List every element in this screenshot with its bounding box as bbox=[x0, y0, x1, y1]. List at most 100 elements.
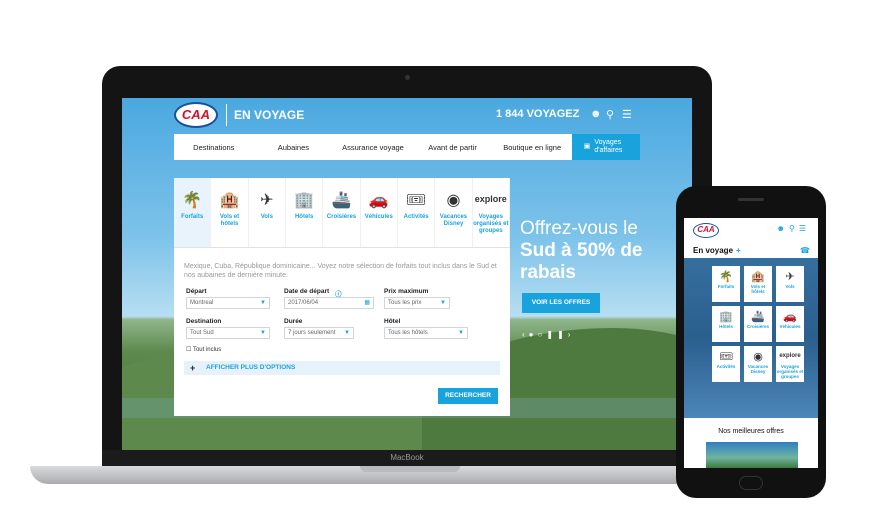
section-label: En voyage bbox=[693, 246, 734, 255]
tab-label: Activités bbox=[403, 214, 429, 220]
tab-activites[interactable]: 🎟 Activités bbox=[398, 178, 436, 247]
tout-inclus-checkbox[interactable]: ☐ Tout inclus bbox=[186, 346, 221, 353]
hotel-plane-icon: 🏨 bbox=[751, 271, 765, 283]
search-icon[interactable]: ⚲ bbox=[606, 108, 614, 121]
disney-icon: ◉ bbox=[753, 351, 763, 363]
date-label: Date de départ bbox=[284, 288, 330, 295]
duree-select[interactable]: 7 jours seulement ▼ bbox=[284, 327, 354, 339]
offer-image[interactable] bbox=[706, 442, 798, 468]
main-nav: Destinations Aubaines Assurance voyage A… bbox=[174, 134, 572, 160]
carousel-controls[interactable]: ‹●○❚❚› bbox=[522, 330, 574, 339]
search-button[interactable]: RECHERCHER bbox=[438, 388, 498, 404]
phone-section-title[interactable]: En voyage + bbox=[693, 246, 741, 255]
tab-label: Croisières bbox=[326, 214, 357, 220]
tab-label: Voyages organisés et groupes bbox=[473, 214, 509, 234]
chevron-right-icon[interactable]: › bbox=[568, 330, 575, 339]
laptop: CAA EN VOYAGE 1 844 VOYAGEZ ☻ ⚲ ☰ Destin… bbox=[102, 66, 712, 466]
header-divider bbox=[226, 104, 227, 126]
hero-line-3: rabais bbox=[520, 262, 576, 283]
phone-call-icon[interactable]: ☎ bbox=[800, 246, 810, 255]
tile-croisieres[interactable]: 🚢 Croisières bbox=[744, 306, 772, 342]
tab-vols-hotels[interactable]: 🏨 Vols et hôtels bbox=[211, 178, 249, 247]
plus-icon: + bbox=[736, 246, 741, 255]
more-options-label: AFFICHER PLUS D'OPTIONS bbox=[206, 364, 296, 371]
price-select[interactable]: Tous les prix ▼ bbox=[384, 297, 450, 309]
tickets-icon: 🎟 bbox=[719, 351, 733, 363]
caa-logo[interactable]: CAA bbox=[693, 223, 719, 238]
disney-icon: ◉ bbox=[446, 192, 461, 209]
hero-text: Offrez-vous le Sud à 50% de rabais bbox=[520, 218, 643, 284]
tab-explore[interactable]: explore Voyages organisés et groupes bbox=[473, 178, 510, 247]
search-icon[interactable]: ⚲ bbox=[789, 224, 799, 233]
camera bbox=[405, 75, 410, 80]
tab-label: Forfaits bbox=[181, 214, 204, 220]
see-offers-button[interactable]: VOIR LES OFFRES bbox=[522, 293, 600, 313]
date-input[interactable]: 2017/06/04 ▦ bbox=[284, 297, 374, 309]
hotel-select[interactable]: Tous les hôtels ▼ bbox=[384, 327, 468, 339]
tile-vols-hotels[interactable]: 🏨 Vols et hôtels bbox=[744, 266, 772, 302]
caa-logo[interactable]: CAA bbox=[174, 102, 218, 128]
nav-boutique[interactable]: Boutique en ligne bbox=[492, 143, 572, 152]
depart-label: Départ bbox=[186, 288, 207, 295]
phone-screen: CAA ☻⚲☰ En voyage + ☎ 🌴 Forfaits 🏨 Vols et … bbox=[684, 218, 818, 468]
carousel-dot-active[interactable]: ● bbox=[529, 330, 538, 339]
palm-tree-icon: 🌴 bbox=[182, 192, 203, 209]
destination-select[interactable]: Tout Sud ▼ bbox=[186, 327, 270, 339]
cruise-icon: 🚢 bbox=[751, 311, 765, 323]
calendar-icon: ▦ bbox=[364, 300, 370, 306]
chevron-down-icon: ▼ bbox=[458, 330, 464, 336]
more-options-toggle[interactable]: + AFFICHER PLUS D'OPTIONS bbox=[184, 361, 500, 375]
tab-label: Véhicules bbox=[364, 214, 393, 220]
phone-number[interactable]: 1 844 VOYAGEZ bbox=[496, 108, 579, 120]
depart-select[interactable]: Montreal ▼ bbox=[186, 297, 270, 309]
explore-icon: explore bbox=[779, 353, 801, 359]
car-icon: 🚗 bbox=[368, 192, 389, 209]
duree-label: Durée bbox=[284, 318, 303, 325]
tile-disney[interactable]: ◉ Vacances Disney bbox=[744, 346, 772, 382]
tile-label: Vols bbox=[785, 284, 795, 289]
user-icon[interactable]: ☻ bbox=[590, 108, 602, 120]
palm-tree-icon: 🌴 bbox=[719, 271, 733, 283]
laptop-screen: CAA EN VOYAGE 1 844 VOYAGEZ ☻ ⚲ ☰ Destin… bbox=[122, 98, 692, 450]
tile-activites[interactable]: 🎟 Activités bbox=[712, 346, 740, 382]
nav-business-travel[interactable]: ▣ Voyages d'affaires bbox=[572, 134, 640, 160]
tile-vols[interactable]: ✈ Vols bbox=[776, 266, 804, 302]
chevron-left-icon[interactable]: ‹ bbox=[522, 330, 529, 339]
tab-label: Hôtels bbox=[294, 214, 314, 220]
price-value: Tous les prix bbox=[388, 300, 422, 306]
tab-vehicules[interactable]: 🚗 Véhicules bbox=[361, 178, 398, 247]
tab-hotels[interactable]: 🏢 Hôtels bbox=[286, 178, 324, 247]
nav-avant-de-partir[interactable]: Avant de partir bbox=[413, 143, 493, 152]
tile-forfaits[interactable]: 🌴 Forfaits bbox=[712, 266, 740, 302]
tile-explore[interactable]: explore Voyages organisés et groupes bbox=[776, 346, 804, 382]
tile-label: Hôtels bbox=[719, 324, 733, 329]
tab-croisieres[interactable]: 🚢 Croisières bbox=[323, 178, 361, 247]
hotel-label: Hôtel bbox=[384, 318, 401, 325]
nav-destinations[interactable]: Destinations bbox=[174, 143, 254, 152]
duree-value: 7 jours seulement bbox=[288, 330, 336, 336]
tab-forfaits[interactable]: 🌴 Forfaits bbox=[174, 178, 212, 247]
chevron-down-icon: ▼ bbox=[344, 330, 350, 336]
plus-icon: + bbox=[190, 363, 196, 373]
phone-speaker bbox=[738, 198, 764, 201]
tout-inclus-label: Tout inclus bbox=[192, 347, 222, 353]
tab-label: Vols et hôtels bbox=[219, 214, 240, 227]
pause-icon[interactable]: ❚❚ bbox=[546, 330, 567, 339]
depart-value: Montreal bbox=[190, 300, 214, 306]
hotel-plane-icon: 🏨 bbox=[219, 192, 240, 209]
smartphone: CAA ☻⚲☰ En voyage + ☎ 🌴 Forfaits 🏨 Vols et … bbox=[676, 186, 826, 498]
tab-vols[interactable]: ✈ Vols bbox=[249, 178, 286, 247]
tile-hotels[interactable]: 🏢 Hôtels bbox=[712, 306, 740, 342]
menu-icon[interactable]: ☰ bbox=[799, 224, 810, 233]
tab-label: Vacances Disney bbox=[439, 214, 468, 227]
nav-aubaines[interactable]: Aubaines bbox=[254, 143, 334, 152]
nav-assurance[interactable]: Assurance voyage bbox=[333, 143, 413, 152]
chevron-down-icon: ▼ bbox=[260, 330, 266, 336]
hotel-value: Tous les hôtels bbox=[388, 330, 428, 336]
destination-label: Destination bbox=[186, 318, 222, 325]
tab-disney[interactable]: ◉ Vacances Disney bbox=[435, 178, 473, 247]
menu-icon[interactable]: ☰ bbox=[622, 108, 632, 121]
user-icon[interactable]: ☻ bbox=[777, 224, 789, 233]
home-button[interactable] bbox=[739, 476, 763, 490]
tile-vehicules[interactable]: 🚗 Véhicules bbox=[776, 306, 804, 342]
